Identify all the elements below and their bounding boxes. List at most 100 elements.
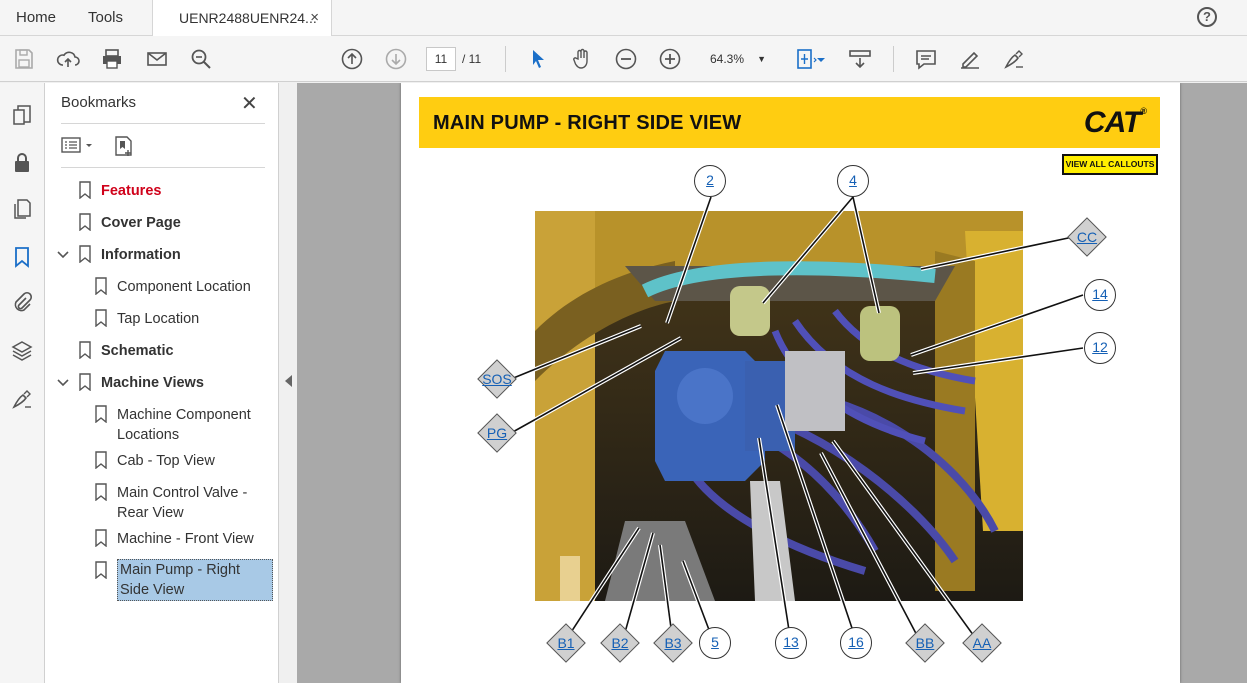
bookmark-label: Schematic: [101, 343, 174, 359]
divider: [61, 167, 265, 168]
toolbar-divider: [505, 46, 506, 72]
callout-b2[interactable]: B2: [600, 623, 640, 663]
select-cursor-icon[interactable]: [526, 47, 550, 71]
bookmark-label: Machine - Front View: [117, 531, 254, 547]
signature-pen-icon[interactable]: [10, 387, 34, 411]
document-viewport[interactable]: MAIN PUMP - RIGHT SIDE VIEW CAT® VIEW AL…: [297, 83, 1247, 683]
search-zoom-icon[interactable]: [189, 47, 213, 71]
lock-icon[interactable]: [10, 151, 34, 175]
panel-collapse-handle[interactable]: [279, 83, 297, 683]
previous-page-icon[interactable]: [340, 47, 364, 71]
help-icon[interactable]: ?: [1197, 7, 1217, 27]
callout-pg[interactable]: PG: [477, 413, 517, 453]
bookmark-flag-icon: [95, 277, 107, 295]
upload-cloud-icon[interactable]: [56, 47, 80, 71]
bookmarks-title: Bookmarks: [61, 94, 137, 111]
page-total: / 11: [462, 52, 482, 66]
bookmark-schematic[interactable]: Schematic: [79, 341, 174, 361]
fit-page-chevron-icon[interactable]: [816, 47, 826, 71]
bookmark-main-control-valve-rear-view[interactable]: Main Control Valve - Rear View: [95, 483, 265, 523]
page-number-input[interactable]: 11: [426, 47, 456, 71]
bookmark-label: Machine Component Locations: [117, 407, 251, 443]
email-icon[interactable]: [145, 47, 169, 71]
bookmark-main-pump-right-side-view[interactable]: Main Pump - Right Side View: [95, 559, 273, 601]
bookmark-flag-icon: [79, 213, 91, 231]
bookmark-flag-icon: [79, 181, 91, 199]
bookmark-label: Features: [101, 183, 162, 199]
bookmark-flag-icon: [79, 341, 91, 359]
bookmark-cover-page[interactable]: Cover Page: [79, 213, 181, 233]
callout-13[interactable]: 13: [775, 627, 807, 659]
zoom-out-icon[interactable]: [614, 47, 638, 71]
fit-page-icon[interactable]: [794, 47, 818, 71]
bookmark-machine-views[interactable]: Machine Views: [79, 373, 204, 393]
zoom-in-icon[interactable]: [658, 47, 682, 71]
bookmark-flag-icon: [95, 451, 107, 469]
callout-bb[interactable]: BB: [905, 623, 945, 663]
zoom-level-value: 64.3%: [710, 52, 745, 66]
chevron-down-icon[interactable]: [57, 379, 69, 387]
chevron-down-icon: ▼: [757, 54, 766, 64]
next-page-icon[interactable]: [384, 47, 408, 71]
bookmark-icon[interactable]: [10, 245, 34, 269]
bookmark-machine-front-view[interactable]: Machine - Front View: [95, 529, 254, 549]
close-tab-icon[interactable]: ×: [310, 0, 319, 36]
navigation-rail: [0, 83, 45, 683]
attachment-icon[interactable]: [10, 291, 34, 315]
comment-icon[interactable]: [914, 47, 938, 71]
callout-5[interactable]: 5: [699, 627, 731, 659]
bookmark-component-location[interactable]: Component Location: [95, 277, 251, 297]
hand-tool-icon[interactable]: [570, 47, 594, 71]
bookmark-cab-top-view[interactable]: Cab - Top View: [95, 451, 215, 471]
close-icon[interactable]: ✕: [241, 91, 258, 116]
callout-b3[interactable]: B3: [653, 623, 693, 663]
callout-b1[interactable]: B1: [546, 623, 586, 663]
divider: [61, 123, 265, 124]
highlight-pen-icon[interactable]: [958, 47, 982, 71]
chevron-down-icon[interactable]: [57, 251, 69, 259]
bookmark-flag-icon: [95, 309, 107, 327]
callout-16[interactable]: 16: [840, 627, 872, 659]
callout-aa[interactable]: AA: [962, 623, 1002, 663]
top-tab-bar: Home Tools UENR2488UENR24... × ?: [0, 0, 1247, 37]
page-thumbnails-icon[interactable]: [10, 103, 34, 127]
save-icon[interactable]: [12, 47, 36, 71]
layers-icon[interactable]: [10, 339, 34, 363]
bookmark-label: Component Location: [117, 279, 251, 295]
menu-tools[interactable]: Tools: [88, 0, 123, 36]
bookmark-label: Information: [101, 247, 181, 263]
pages-icon[interactable]: [10, 197, 34, 221]
callout-14[interactable]: 14: [1084, 279, 1116, 311]
bookmark-flag-icon: [95, 561, 107, 579]
zoom-level-select[interactable]: 64.3% ▼: [700, 47, 772, 71]
bookmark-flag-icon: [95, 483, 107, 501]
document-tab-title: UENR2488UENR24...: [179, 10, 317, 26]
bookmark-features[interactable]: Features: [79, 181, 161, 201]
bookmark-tap-location[interactable]: Tap Location: [95, 309, 199, 329]
bookmark-label: Tap Location: [117, 311, 200, 327]
bookmark-flag-icon: [95, 405, 107, 423]
callout-4[interactable]: 4: [837, 165, 869, 197]
bookmark-flag-icon: [79, 245, 91, 263]
callout-12[interactable]: 12: [1084, 332, 1116, 364]
callout-sos[interactable]: SOS: [477, 359, 517, 399]
bookmark-information[interactable]: Information: [79, 245, 181, 265]
bookmark-label: Main Control Valve - Rear View: [117, 485, 248, 521]
bookmark-label: Cover Page: [101, 215, 181, 231]
bookmark-label: Machine Views: [101, 375, 204, 391]
new-bookmark-icon[interactable]: [113, 135, 135, 162]
scroll-mode-icon[interactable]: [848, 47, 872, 71]
callout-cc[interactable]: CC: [1067, 217, 1107, 257]
document-tab[interactable]: UENR2488UENR24... ×: [152, 0, 332, 37]
main-toolbar: 11 / 11 64.3% ▼: [0, 36, 1247, 82]
callout-2[interactable]: 2: [694, 165, 726, 197]
sign-icon[interactable]: [1002, 47, 1026, 71]
menu-home[interactable]: Home: [16, 0, 56, 36]
bookmark-options-icon[interactable]: [61, 135, 95, 160]
toolbar-divider: [893, 46, 894, 72]
bookmarks-panel: Bookmarks ✕ Features Cover Page Informat…: [45, 83, 279, 683]
collapse-arrow-icon: [285, 375, 292, 387]
print-icon[interactable]: [100, 47, 124, 71]
bookmark-machine-component-locations[interactable]: Machine Component Locations: [95, 405, 265, 445]
bookmark-flag-icon: [79, 373, 91, 391]
